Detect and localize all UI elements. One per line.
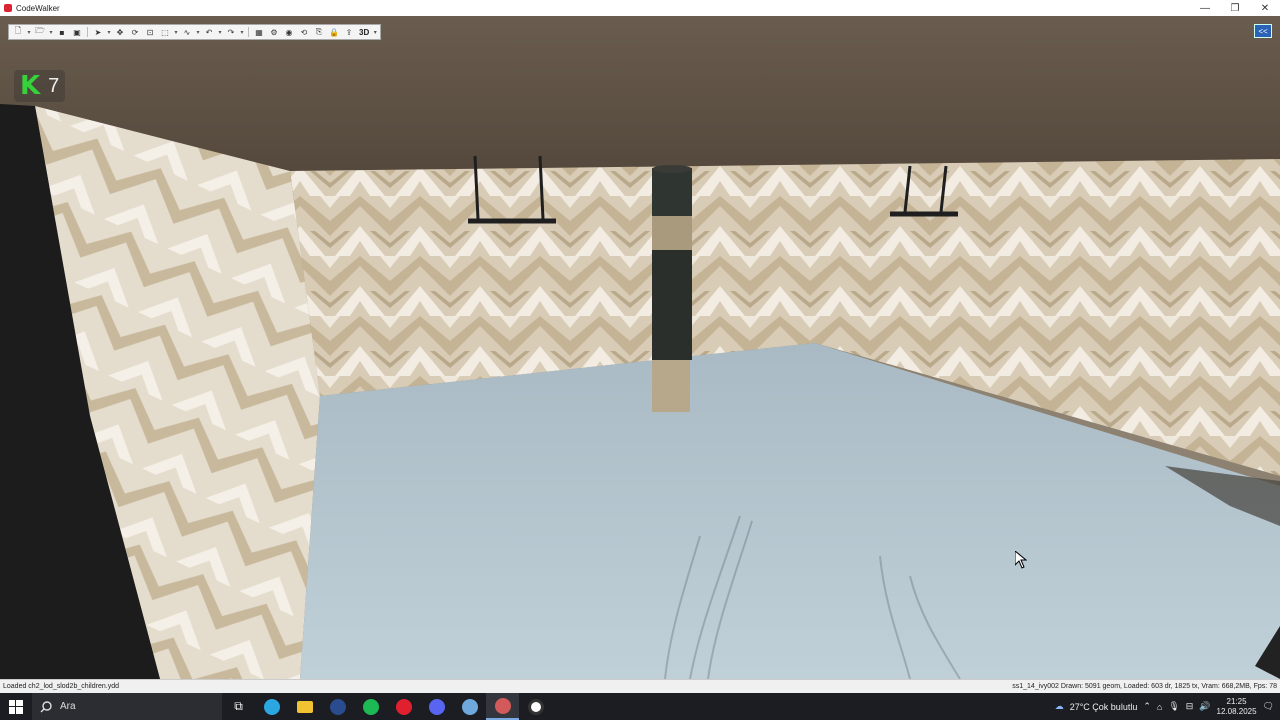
minimize-button[interactable]: — (1190, 0, 1220, 16)
rotate-icon[interactable]: ⟳ (128, 26, 142, 38)
discord-app[interactable] (420, 693, 453, 720)
task-view-button[interactable]: ⧉ (222, 693, 255, 720)
grid-icon[interactable]: ▦ (252, 26, 266, 38)
scene-render (0, 16, 1280, 679)
open-folder-icon[interactable]: 🗁 (33, 26, 47, 38)
file-explorer-app[interactable] (288, 693, 321, 720)
counter-value: 7 (48, 74, 60, 97)
view-mode-dropdown[interactable]: 3D (357, 28, 371, 37)
lock-icon[interactable]: 🔒 (327, 26, 341, 38)
network-icon[interactable]: ⌂ (1157, 702, 1162, 712)
chevron-down-icon[interactable]: ▾ (239, 29, 245, 36)
clock[interactable]: 21:25 12.08.2025 (1217, 697, 1257, 717)
wifi-icon[interactable]: ⊟ (1186, 701, 1194, 712)
app-gear-icon (461, 698, 478, 715)
toolbar-divider (87, 27, 88, 37)
spotify-icon (362, 698, 379, 715)
edge-icon (263, 698, 280, 715)
search-placeholder: Ara (60, 701, 76, 712)
snap-icon[interactable]: ⬚ (158, 26, 172, 38)
windows-taskbar: Ara ⧉ ☁ 27°C Çok bulutlu ⌃ ⌂ 🎙 ⊟ 🔊 21:25… (0, 693, 1280, 720)
k-logo-icon: K (20, 71, 41, 101)
refresh-icon[interactable]: ⟲ (297, 26, 311, 38)
path-icon[interactable]: ∿ (180, 26, 194, 38)
pointer-icon[interactable]: ➤ (91, 26, 105, 38)
opera-icon (395, 698, 412, 715)
chevron-down-icon[interactable]: ▾ (372, 29, 378, 36)
system-tray: ☁ 27°C Çok bulutlu ⌃ ⌂ 🎙 ⊟ 🔊 21:25 12.08… (1055, 697, 1280, 717)
title-bar: CodeWalker — ❐ ✕ (0, 0, 1280, 16)
export-icon[interactable]: ⇪ (342, 26, 356, 38)
pillar (652, 165, 692, 412)
task-view-icon: ⧉ (234, 699, 243, 713)
settings-app[interactable] (453, 693, 486, 720)
scale-icon[interactable]: ⊡ (143, 26, 157, 38)
redo-icon[interactable]: ↷ (224, 26, 238, 38)
camera-icon[interactable]: ◉ (282, 26, 296, 38)
toolbar-divider (248, 27, 249, 37)
microphone-icon[interactable]: 🎙 (1168, 701, 1179, 712)
copy-icon[interactable]: ⎘ (312, 26, 326, 38)
collapse-panel-button[interactable]: << (1254, 24, 1272, 38)
clock-time: 21:25 (1226, 696, 1247, 706)
window-title: CodeWalker (16, 3, 60, 13)
folder-icon (296, 700, 313, 713)
clock-date: 12.08.2025 (1216, 706, 1257, 716)
status-right-text: ss1_14_ivy002 Drawn: 5091 geom, Loaded: … (1012, 683, 1277, 690)
codewalker-window: CodeWalker — ❐ ✕ 🗋 ▾ 🗁 ▾ ▪ ▣ ➤ ▾ ✥ ⟳ ⊡ ⬚… (0, 0, 1280, 720)
chevron-up-icon[interactable]: ⌃ (1143, 701, 1151, 712)
3d-viewport[interactable]: 🗋 ▾ 🗁 ▾ ▪ ▣ ➤ ▾ ✥ ⟳ ⊡ ⬚ ▾ ∿ ▾ ↶ ▾ ↷ ▾ ▦ ⚙ ◉ ⟲ ⎘… (0, 16, 1280, 679)
chevron-down-icon[interactable]: ▾ (106, 29, 112, 36)
start-button[interactable] (0, 693, 32, 720)
chevron-down-icon[interactable]: ▾ (173, 29, 179, 36)
browser-icon (527, 698, 544, 715)
save-icon[interactable]: ▪ (55, 26, 69, 38)
weather-text[interactable]: 27°C Çok bulutlu (1070, 702, 1138, 712)
spotify-app[interactable] (354, 693, 387, 720)
discord-icon (428, 698, 445, 715)
codewalker-app[interactable] (486, 693, 519, 720)
maximize-button[interactable]: ❐ (1220, 0, 1250, 16)
main-toolbar: 🗋 ▾ 🗁 ▾ ▪ ▣ ➤ ▾ ✥ ⟳ ⊡ ⬚ ▾ ∿ ▾ ↶ ▾ ↷ ▾ ▦ ⚙ ◉ ⟲ ⎘… (8, 24, 382, 40)
new-file-icon[interactable]: 🗋 (11, 26, 25, 38)
chevron-down-icon[interactable]: ▾ (217, 29, 223, 36)
counter-overlay: K 7 (14, 70, 66, 102)
app-logo-icon (4, 4, 12, 12)
browser-app[interactable] (519, 693, 552, 720)
steam-app[interactable] (321, 693, 354, 720)
status-bar: Loaded ch2_lod_slod2b_children.ydd ss1_1… (0, 679, 1280, 693)
windows-logo-icon (9, 699, 23, 714)
undo-icon[interactable]: ↶ (202, 26, 216, 38)
move-icon[interactable]: ✥ (113, 26, 127, 38)
codewalker-icon (494, 697, 511, 714)
edge-app[interactable] (255, 693, 288, 720)
gear-icon[interactable]: ⚙ (267, 26, 281, 38)
mouse-cursor-icon (1015, 551, 1027, 569)
volume-icon[interactable]: 🔊 (1199, 701, 1210, 712)
notification-icon[interactable]: 🗨 (1263, 701, 1274, 712)
taskbar-search-box[interactable]: Ara (32, 693, 222, 720)
opera-app[interactable] (387, 693, 420, 720)
chevron-down-icon[interactable]: ▾ (48, 29, 54, 36)
status-left-text: Loaded ch2_lod_slod2b_children.ydd (3, 683, 119, 690)
chevron-down-icon[interactable]: ▾ (195, 29, 201, 36)
search-icon (40, 700, 52, 712)
steam-icon (329, 698, 346, 715)
weather-icon[interactable]: ☁ (1055, 701, 1064, 712)
close-button[interactable]: ✕ (1250, 0, 1280, 16)
save-all-icon[interactable]: ▣ (70, 26, 84, 38)
chevron-down-icon[interactable]: ▾ (26, 29, 32, 36)
